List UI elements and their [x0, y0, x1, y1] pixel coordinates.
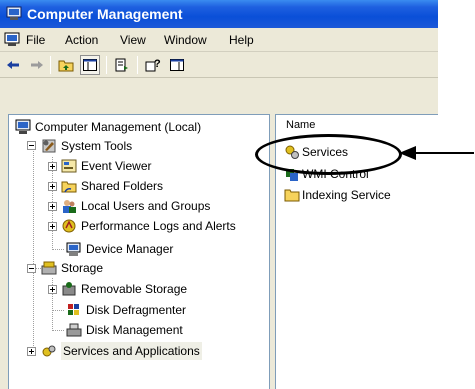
help-icon: ?: [145, 58, 161, 72]
expand-toggle[interactable]: [48, 222, 57, 231]
svg-text:?: ?: [154, 58, 161, 70]
callout-ellipse: [255, 134, 402, 175]
forward-arrow-icon: [31, 61, 43, 69]
menu-help[interactable]: Help: [229, 32, 254, 48]
back-arrow-icon: [7, 61, 19, 69]
menu-view[interactable]: View: [120, 32, 146, 48]
back-button[interactable]: [3, 55, 23, 75]
show-hide-tree-icon: [83, 59, 97, 71]
toolbar-separator: [50, 56, 51, 74]
device-manager-icon: [66, 242, 81, 256]
expand-toggle[interactable]: [48, 202, 57, 211]
title-bar[interactable]: Computer Management: [0, 0, 438, 28]
performance-icon: [62, 219, 76, 233]
action-pane-button[interactable]: [167, 55, 187, 75]
removable-storage-icon: [62, 282, 76, 296]
services-apps-icon: [42, 345, 56, 357]
tools-icon: [42, 139, 56, 153]
tree-item-label: System Tools: [61, 139, 133, 153]
callout-arrow-icon: [399, 146, 474, 160]
expand-toggle[interactable]: [27, 347, 36, 356]
list-item-label: Indexing Service: [302, 188, 391, 202]
tree-line: [52, 310, 64, 311]
expand-toggle[interactable]: [48, 182, 57, 191]
tree-item-label: Device Manager: [86, 242, 174, 256]
tree-line: [33, 270, 34, 352]
computer-management-window: Computer Management File Action View Win…: [0, 0, 438, 389]
toolbar: ?: [0, 52, 438, 78]
tree-item-label: Storage: [61, 261, 104, 275]
shared-folder-icon: [61, 181, 77, 193]
folder-icon: [284, 189, 300, 202]
export-list-button[interactable]: [112, 55, 132, 75]
defrag-icon: [68, 304, 79, 315]
tree-item-label: Local Users and Groups: [81, 199, 211, 213]
up-folder-icon: [58, 60, 74, 72]
system-menu-icon[interactable]: [4, 32, 20, 47]
tree-line: [52, 249, 64, 250]
disk-management-icon: [66, 323, 82, 337]
tree-item-label: Removable Storage: [81, 282, 188, 296]
menu-bar: File Action View Window Help: [0, 28, 438, 52]
tree-line: [52, 330, 64, 331]
window-title: Computer Management: [27, 6, 183, 22]
tree-line: [33, 146, 34, 268]
computer-management-icon: [6, 6, 22, 20]
export-list-icon: [115, 58, 128, 72]
toolbar-separator: [106, 56, 107, 74]
action-pane-icon: [170, 59, 184, 71]
collapse-toggle[interactable]: [27, 141, 36, 150]
tree-item-label: Computer Management (Local): [35, 120, 202, 134]
collapse-toggle[interactable]: [27, 264, 36, 273]
tree-item-label: Disk Defragmenter: [86, 303, 187, 317]
show-hide-tree-button[interactable]: [80, 55, 100, 75]
expand-toggle[interactable]: [48, 285, 57, 294]
forward-button[interactable]: [27, 55, 47, 75]
tree-item-label: Performance Logs and Alerts: [81, 219, 236, 233]
storage-icon: [41, 261, 57, 275]
tree-item-label: Services and Applications: [61, 342, 202, 360]
tree-item-label: Event Viewer: [81, 159, 152, 173]
expand-toggle[interactable]: [48, 162, 57, 171]
column-header-name[interactable]: Name: [286, 119, 315, 131]
up-one-level-button[interactable]: [56, 55, 76, 75]
menu-action[interactable]: Action: [65, 32, 98, 48]
help-button[interactable]: ?: [143, 55, 163, 75]
computer-icon: [15, 119, 31, 134]
users-icon: [63, 200, 76, 213]
menu-file[interactable]: File: [26, 32, 45, 48]
menu-window[interactable]: Window: [164, 32, 207, 48]
event-viewer-icon: [61, 159, 77, 173]
tree-item-label: Disk Management: [86, 323, 183, 337]
tree-item-label: Shared Folders: [81, 179, 164, 193]
toolbar-separator: [137, 56, 138, 74]
